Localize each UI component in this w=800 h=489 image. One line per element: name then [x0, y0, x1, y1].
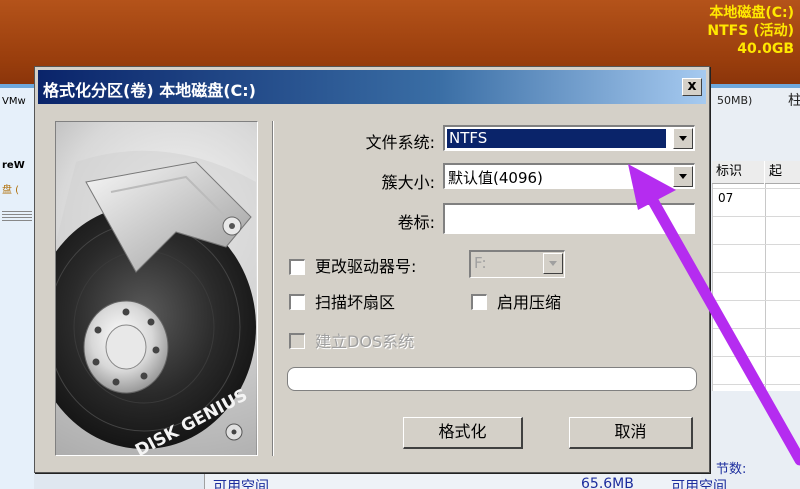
- cluster-size-value: 默认值(4096): [448, 169, 543, 187]
- table-row[interactable]: [713, 217, 800, 245]
- table-row[interactable]: [713, 357, 800, 385]
- file-system-label: 文件系统:: [365, 133, 435, 152]
- hard-disk-illustration: DISK GENIUS: [55, 121, 258, 456]
- screen: 本地磁盘(C:) NTFS (活动) 40.0GB VMw reW 盘 ( 50…: [0, 0, 800, 489]
- dropdown-arrow-icon[interactable]: [543, 253, 563, 274]
- file-system-value: NTFS: [447, 129, 666, 148]
- dropdown-arrow-icon[interactable]: [673, 128, 693, 149]
- disk-info: 本地磁盘(C:) NTFS (活动) 40.0GB: [707, 4, 794, 58]
- tree-item[interactable]: 盘 (: [2, 181, 19, 196]
- dialog-title: 格式化分区(卷) 本地磁盘(C:): [43, 81, 256, 100]
- table-row[interactable]: [713, 245, 800, 273]
- left-tree-panel: VMw reW 盘 (: [0, 88, 34, 489]
- close-icon: x: [687, 78, 697, 94]
- create-dos-checkbox[interactable]: [289, 333, 305, 349]
- table-row[interactable]: [713, 329, 800, 357]
- file-system-select[interactable]: NTFS: [443, 125, 695, 151]
- format-progress-bar: [287, 367, 697, 391]
- format-button[interactable]: 格式化: [403, 417, 523, 449]
- scan-bad-sectors-label[interactable]: 扫描坏扇区: [315, 289, 395, 313]
- volume-label-input[interactable]: [443, 203, 695, 234]
- change-drive-label[interactable]: 更改驱动器号:: [315, 253, 416, 277]
- cluster-size-select[interactable]: 默认值(4096): [443, 163, 695, 189]
- tree-item[interactable]: VMw: [2, 96, 26, 107]
- create-dos-label: 建立DOS系统: [315, 332, 415, 351]
- vertical-separator: [272, 121, 274, 456]
- column-header-id[interactable]: 标识: [712, 161, 764, 184]
- dialog-titlebar[interactable]: 格式化分区(卷) 本地磁盘(C:) x: [38, 70, 706, 104]
- table-row[interactable]: [713, 273, 800, 301]
- table-row[interactable]: [713, 301, 800, 329]
- enable-compression-checkbox[interactable]: [471, 294, 487, 310]
- dropdown-arrow-icon[interactable]: [673, 166, 693, 187]
- change-drive-checkbox[interactable]: [289, 259, 305, 275]
- disk-name: 本地磁盘(C:): [709, 5, 794, 21]
- cluster-size-label: 簇大小:: [381, 173, 435, 192]
- sectors-label: 节数:: [716, 462, 747, 477]
- hard-disk-graphic: DISK GENIUS: [56, 150, 256, 455]
- free-space-label: 可用空间: [213, 479, 269, 489]
- tree-item[interactable]: reW: [2, 160, 25, 171]
- free-space-label-2: 可用空间: [671, 479, 727, 489]
- partition-panel: 50MB) 柱 标识 起 07 节数:: [700, 88, 800, 489]
- capacity-label: 50MB): [717, 94, 753, 107]
- format-partition-dialog: 格式化分区(卷) 本地磁盘(C:) x DISK GENIUS 文件系统: NT…: [34, 66, 710, 473]
- drive-letter-value: F:: [474, 254, 487, 272]
- close-button[interactable]: x: [682, 78, 702, 96]
- column-header-start[interactable]: 起: [765, 161, 800, 184]
- disk-fs: NTFS (活动): [707, 23, 794, 39]
- tree-lines: [2, 211, 32, 221]
- column-label: 柱: [788, 93, 800, 109]
- drive-letter-select[interactable]: F:: [469, 250, 565, 278]
- scan-bad-sectors-checkbox[interactable]: [289, 294, 305, 310]
- cancel-button[interactable]: 取消: [569, 417, 693, 449]
- enable-compression-label[interactable]: 启用压缩: [497, 289, 561, 313]
- table-cell: 07: [718, 191, 734, 205]
- free-space-size: 65.6MB: [581, 476, 634, 489]
- disk-size: 40.0GB: [737, 41, 794, 57]
- volume-label: 卷标:: [397, 213, 435, 232]
